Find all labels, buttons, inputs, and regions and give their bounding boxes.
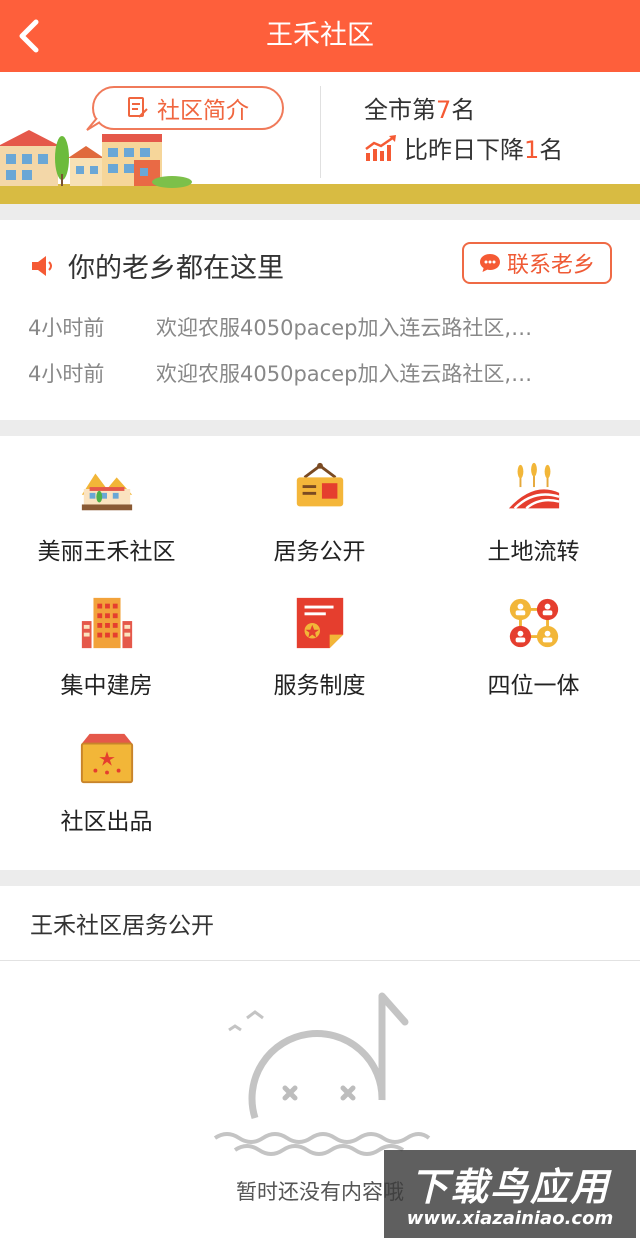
menu-label: 居务公开: [273, 539, 366, 565]
trend-prefix: 比昨日下降: [404, 136, 524, 164]
menu-land-transfer[interactable]: 土地流转: [427, 436, 640, 566]
contact-fellows-label: 联系老乡: [506, 253, 595, 278]
menu-label: 美丽王禾社区: [37, 539, 176, 565]
feed-message: 欢迎农服4050pacep加入连云路社区,…: [156, 316, 533, 340]
public-affairs-title: 王禾社区居务公开: [30, 913, 214, 939]
hero-divider: [320, 86, 321, 178]
fellow-title-text: 你的老乡都在这里: [68, 253, 284, 284]
speech-tail-icon: [86, 118, 101, 131]
certificate-icon: [296, 597, 343, 649]
rank-trend: 比昨日下降1名: [364, 130, 563, 165]
wheat-field-icon: [508, 462, 559, 510]
notice-board-icon: [296, 462, 343, 507]
village-icon: [81, 473, 132, 511]
section-gap: [0, 420, 640, 436]
rank-suffix: 名: [451, 96, 476, 124]
rank-prefix: 全市第: [364, 96, 436, 124]
empty-note-icon: [213, 992, 431, 1156]
menu-four-in-one[interactable]: 四位一体: [427, 570, 640, 700]
chat-bubble-icon: [479, 254, 500, 272]
feed-item[interactable]: 4小时前 欢迎农服4050pacep加入连云路社区,…: [28, 358, 588, 388]
watermark-url: www.xiazainiao.com: [406, 1208, 614, 1229]
divider: [0, 960, 640, 961]
people-network-icon: [509, 598, 558, 648]
village-illustration: [0, 130, 192, 188]
menu-beautiful-community[interactable]: 美丽王禾社区: [0, 436, 213, 566]
product-box-icon: [80, 733, 133, 784]
menu-centralized-housing[interactable]: 集中建房: [0, 570, 213, 700]
page-title: 王禾社区: [266, 20, 374, 51]
top-bar: 王禾社区: [0, 0, 640, 72]
feed-message: 欢迎农服4050pacep加入连云路社区,…: [156, 362, 533, 386]
community-intro-button[interactable]: 社区简介: [92, 86, 284, 130]
menu-label: 集中建房: [60, 673, 153, 699]
rank-value: 7: [436, 96, 452, 124]
menu-label: 土地流转: [487, 539, 580, 565]
speaker-icon: [32, 255, 52, 276]
fellow-section-title: 你的老乡都在这里: [30, 246, 284, 285]
section-gap: [0, 870, 640, 886]
contact-fellows-button[interactable]: 联系老乡: [462, 242, 612, 284]
document-pen-icon: [128, 97, 148, 118]
watermark-logo: 下载鸟应用 www.xiazainiao.com: [384, 1150, 636, 1238]
trend-value: 1: [524, 136, 540, 164]
watermark-title: 下载鸟应用: [409, 1165, 610, 1209]
menu-service-system[interactable]: 服务制度: [213, 570, 426, 700]
city-rank: 全市第7名: [364, 90, 475, 125]
building-icon: [81, 597, 132, 649]
trend-chart-icon: [365, 134, 396, 161]
community-intro-label: 社区简介: [157, 98, 249, 124]
feed-item[interactable]: 4小时前 欢迎农服4050pacep加入连云路社区,…: [28, 312, 588, 342]
feed-time: 4小时前: [28, 362, 105, 386]
menu-label: 社区出品: [60, 809, 153, 835]
feed-time: 4小时前: [28, 316, 105, 340]
section-gap: [0, 204, 640, 220]
menu-label: 服务制度: [273, 673, 366, 699]
menu-affairs-public[interactable]: 居务公开: [213, 436, 426, 566]
menu-community-products[interactable]: 社区出品: [0, 706, 213, 836]
menu-label: 四位一体: [487, 673, 580, 699]
trend-suffix: 名: [539, 136, 564, 164]
